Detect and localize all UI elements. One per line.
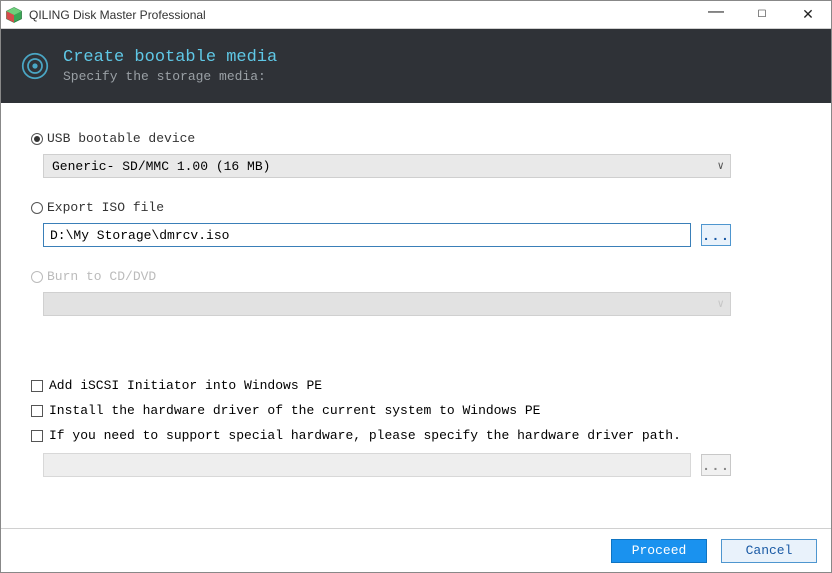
proceed-button[interactable]: Proceed <box>611 539 707 563</box>
page-subtitle: Specify the storage media: <box>63 69 277 84</box>
radio-iso[interactable] <box>31 202 43 214</box>
radio-usb-label[interactable]: USB bootable device <box>47 131 195 146</box>
checkbox-special-hw[interactable] <box>31 430 43 442</box>
iscsi-row: Add iSCSI Initiator into Windows PE <box>31 378 801 393</box>
page-header: Create bootable media Specify the storag… <box>1 29 831 103</box>
usb-device-value: Generic- SD/MMC 1.00 (16 MB) <box>52 159 270 174</box>
window-title: QILING Disk Master Professional <box>29 8 206 22</box>
maximize-button[interactable]: ☐ <box>739 1 785 28</box>
header-disk-icon <box>21 52 49 80</box>
app-logo-icon <box>5 6 23 24</box>
radio-burn-label: Burn to CD/DVD <box>47 269 156 284</box>
footer: Proceed Cancel <box>1 528 831 572</box>
checkbox-iscsi-label[interactable]: Add iSCSI Initiator into Windows PE <box>49 378 322 393</box>
page-title: Create bootable media <box>63 48 277 67</box>
radio-iso-label[interactable]: Export ISO file <box>47 200 164 215</box>
checkbox-hw-driver[interactable] <box>31 405 43 417</box>
chevron-down-icon: ∨ <box>717 159 724 173</box>
iso-path-input[interactable]: D:\My Storage\dmrcv.iso <box>43 223 691 247</box>
burn-device-select: ∨ <box>43 292 731 316</box>
checkbox-hw-driver-label[interactable]: Install the hardware driver of the curre… <box>49 403 540 418</box>
chevron-down-icon: ∨ <box>717 297 724 311</box>
iso-browse-button[interactable]: ... <box>701 224 731 246</box>
hw-driver-row: Install the hardware driver of the curre… <box>31 403 801 418</box>
option-usb-row: USB bootable device <box>31 131 801 146</box>
checkbox-special-hw-label[interactable]: If you need to support special hardware,… <box>49 428 681 443</box>
close-button[interactable]: ✕ <box>785 1 831 28</box>
driver-path-input <box>43 453 691 477</box>
minimize-button[interactable]: — <box>693 1 739 28</box>
iso-path-value: D:\My Storage\dmrcv.iso <box>50 228 229 243</box>
special-hw-row: If you need to support special hardware,… <box>31 428 801 443</box>
content-area: USB bootable device Generic- SD/MMC 1.00… <box>1 103 831 477</box>
option-iso-row: Export ISO file <box>31 200 801 215</box>
title-bar: QILING Disk Master Professional — ☐ ✕ <box>1 1 831 29</box>
options-checkboxes: Add iSCSI Initiator into Windows PE Inst… <box>31 378 801 477</box>
radio-usb[interactable] <box>31 133 43 145</box>
cancel-button[interactable]: Cancel <box>721 539 817 563</box>
checkbox-iscsi[interactable] <box>31 380 43 392</box>
driver-browse-button: ... <box>701 454 731 476</box>
radio-burn <box>31 271 43 283</box>
window-controls: — ☐ ✕ <box>693 1 831 28</box>
usb-device-select[interactable]: Generic- SD/MMC 1.00 (16 MB) ∨ <box>43 154 731 178</box>
option-burn-row: Burn to CD/DVD <box>31 269 801 284</box>
